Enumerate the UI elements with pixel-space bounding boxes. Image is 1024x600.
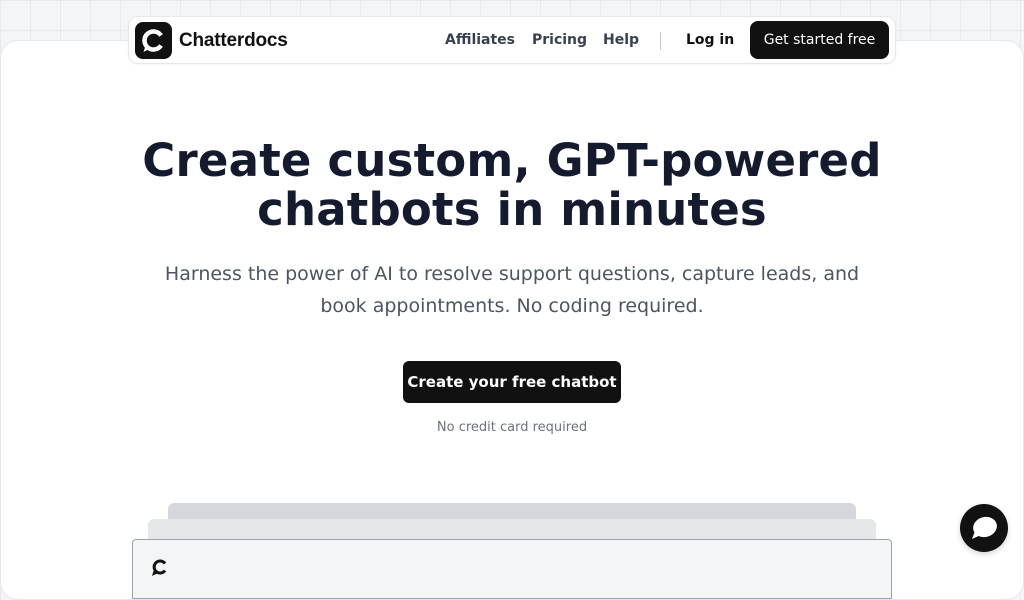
chatterdocs-logo-icon[interactable] [135, 22, 172, 59]
nav-link-pricing[interactable]: Pricing [532, 32, 587, 48]
product-preview-window [132, 539, 892, 599]
hero-subtitle-line-2: book appointments. No coding required. [320, 295, 704, 317]
chat-bubble-icon [972, 516, 997, 539]
login-link[interactable]: Log in [686, 32, 734, 48]
nav-link-affiliates[interactable]: Affiliates [445, 32, 515, 48]
nav-link-help[interactable]: Help [603, 32, 639, 48]
top-navbar: Chatterdocs Affiliates Pricing Help Log … [128, 16, 896, 64]
nav-divider [660, 32, 661, 50]
create-chatbot-button[interactable]: Create your free chatbot [403, 361, 621, 403]
hero-title: Create custom, GPT-powered chatbots in m… [112, 136, 912, 234]
chat-widget-button[interactable] [960, 504, 1008, 552]
hero-subtitle-line-1: Harness the power of AI to resolve suppo… [164, 263, 860, 285]
hero-title-line-2: chatbots in minutes [257, 183, 767, 236]
get-started-button[interactable]: Get started free [750, 21, 889, 59]
hero-subtitle: Harness the power of AI to resolve suppo… [162, 258, 862, 322]
hero-title-line-1: Create custom, GPT-powered [142, 134, 882, 187]
chatterdocs-logo-icon [152, 559, 167, 576]
brand-name[interactable]: Chatterdocs [179, 30, 288, 52]
no-credit-card-note: No credit card required [436, 420, 588, 435]
